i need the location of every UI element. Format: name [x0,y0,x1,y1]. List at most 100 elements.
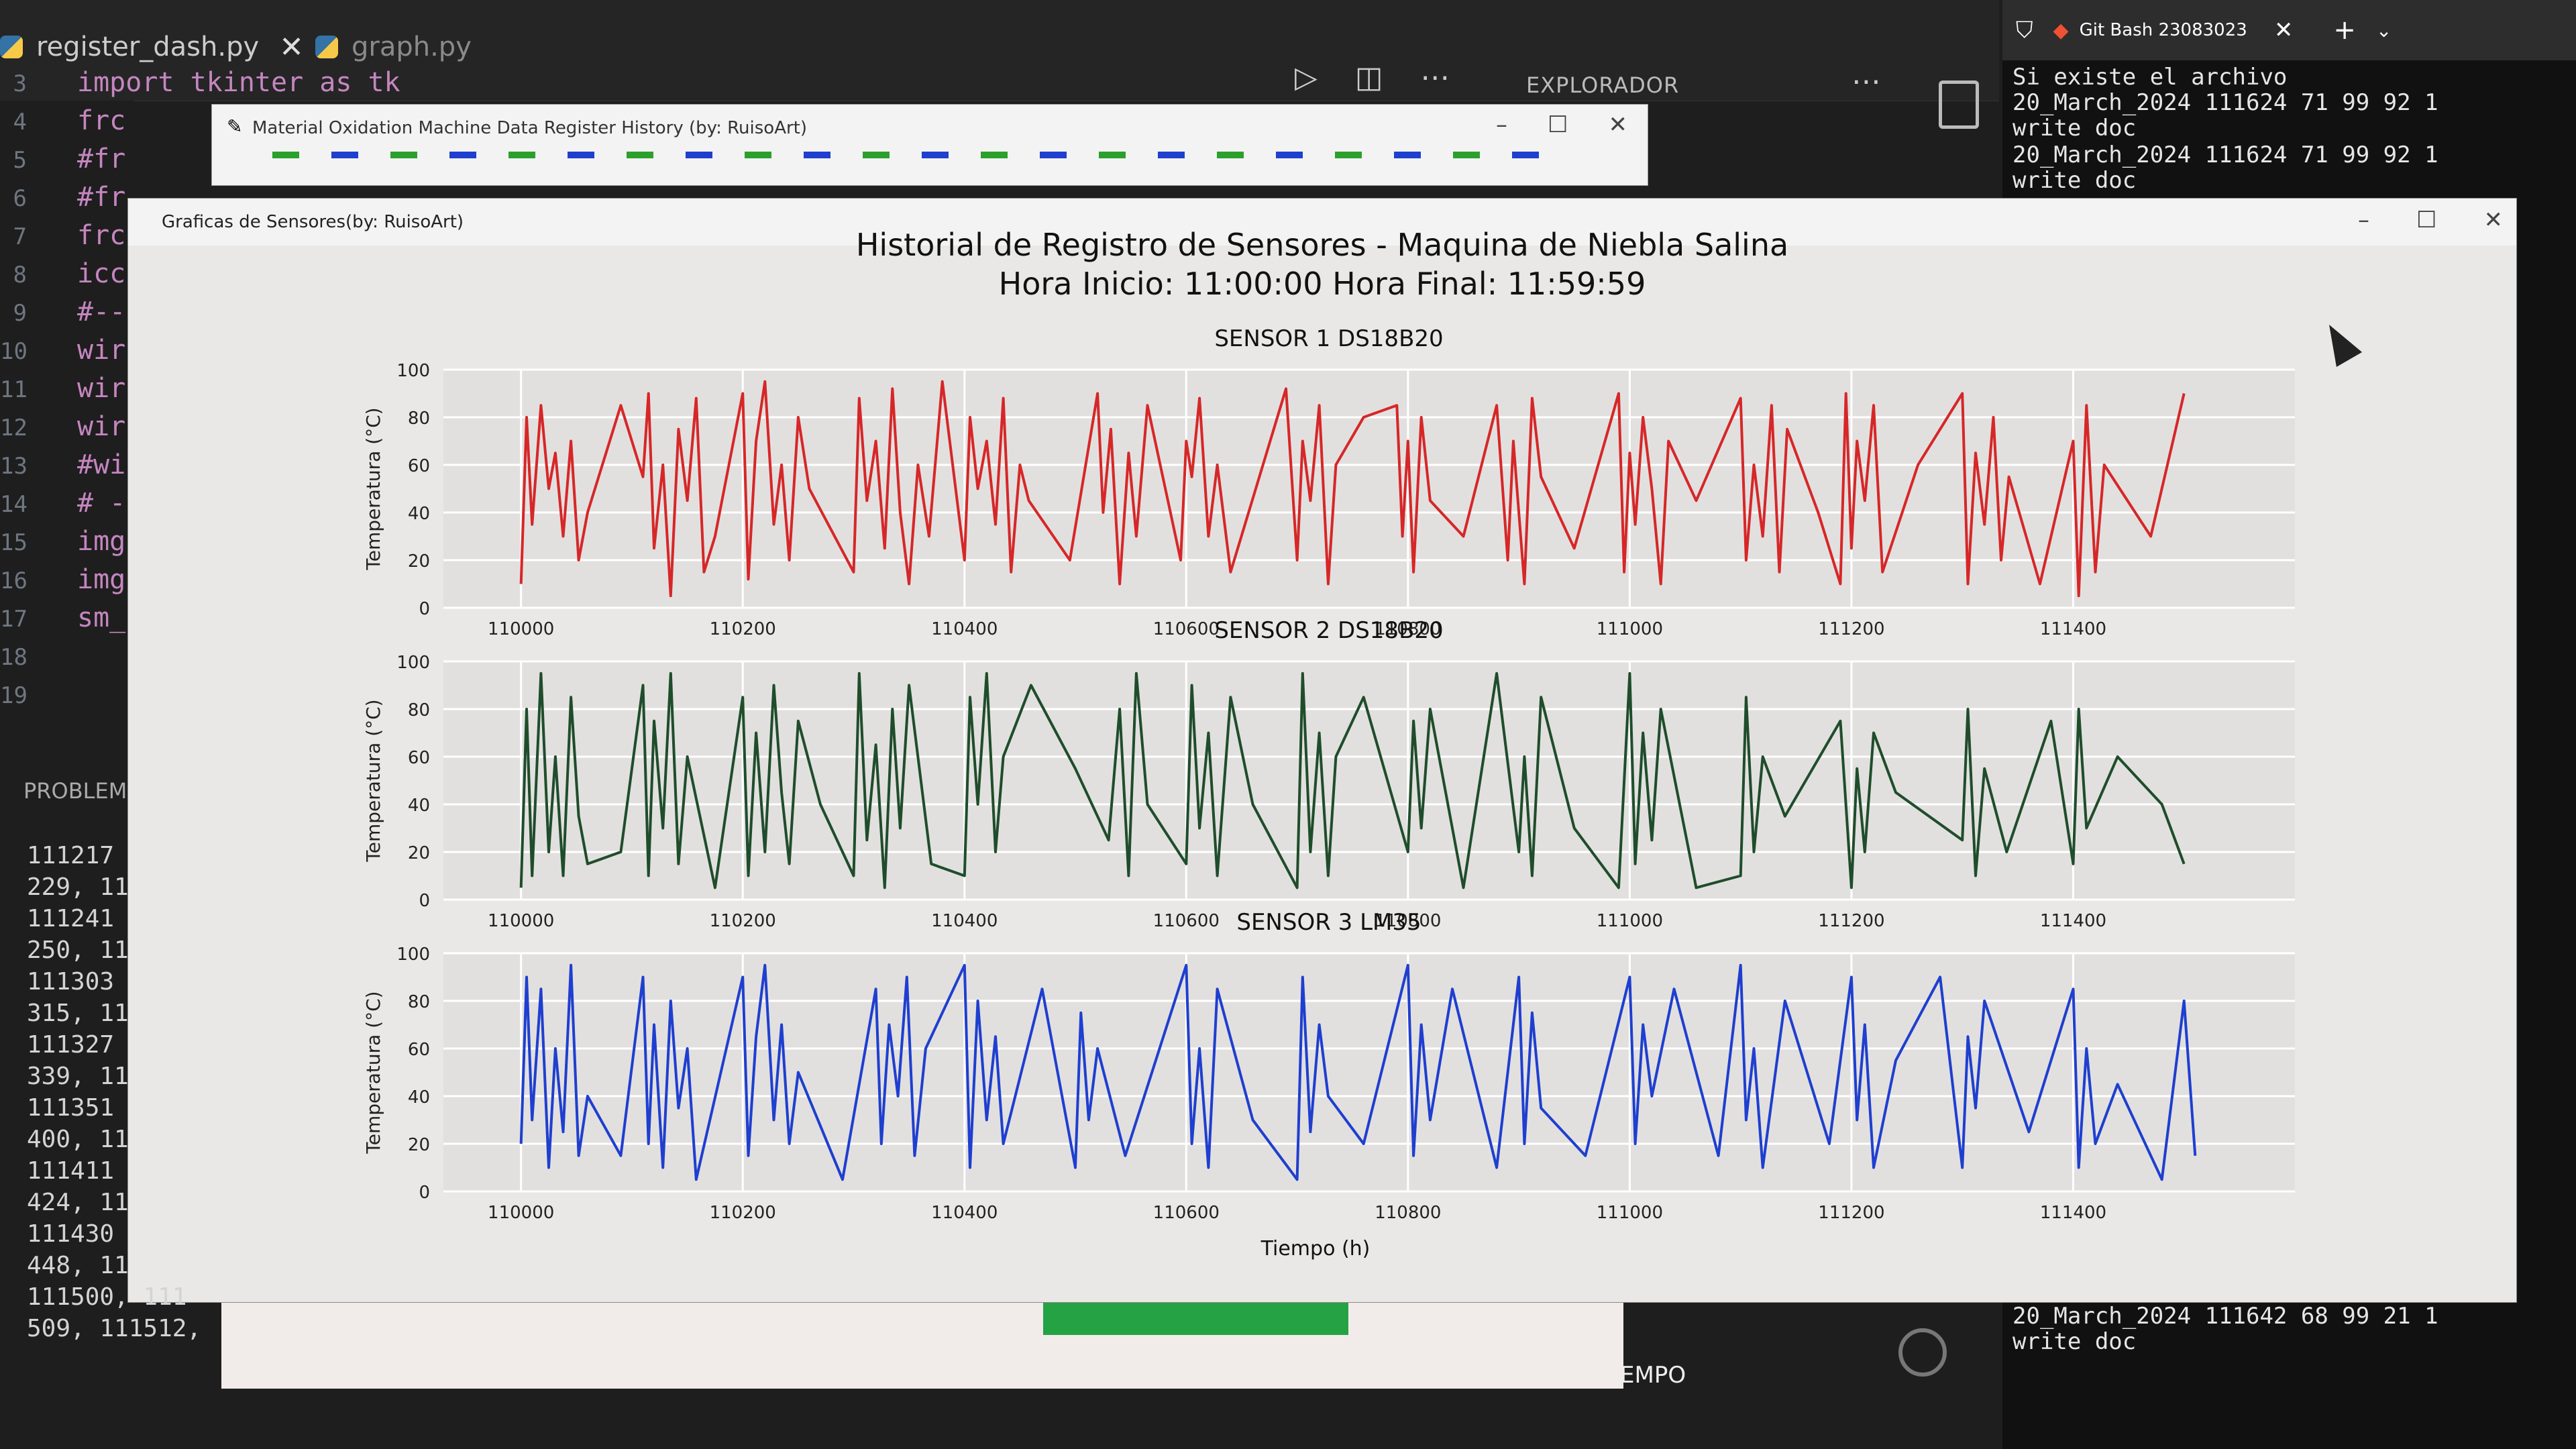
subplot-title: SENSOR 1 DS18B20 [1214,325,1443,352]
maximize-icon[interactable]: ☐ [1548,111,1568,138]
line-number: 18 [0,644,28,671]
dash-segment [331,152,358,158]
sensor-chart-window: Graficas de Sensores(by: RuisoArt) – ☐ ✕… [127,198,2517,1303]
gitbash-icon: ◆ [2053,18,2069,42]
y-tick-label: 60 [408,456,430,476]
terminal-line: write doc [2012,115,2137,142]
minimize-icon[interactable]: – [1496,111,1507,138]
register-window-bottom [221,1301,1623,1389]
x-tick-label: 111200 [1818,911,1884,931]
terminal-line: 111241 [27,905,115,932]
y-tick-label: 100 [396,653,430,673]
terminal-line: 111500, 111 [27,1283,187,1311]
terminal-line: 111327 [27,1031,115,1059]
y-axis-label: Temperatura (°C) [362,407,384,570]
x-tick-label: 110400 [931,1203,998,1223]
new-tab-icon[interactable]: + [2333,15,2356,46]
y-tick-label: 20 [408,843,430,863]
copy-icon[interactable] [1939,80,1979,129]
terminal-line: 111430 [27,1220,115,1248]
terminal-line: 400, 11 [27,1126,129,1153]
dash-segment [1335,152,1362,158]
x-tick-label: 111200 [1818,619,1884,639]
y-tick-label: 100 [396,945,430,965]
dash-segment [1040,152,1067,158]
code-line: frc [77,220,126,251]
x-tick-label: 111000 [1597,619,1663,639]
x-tick-label: 110000 [488,1203,554,1223]
x-tick-label: 111000 [1597,1203,1663,1223]
line-number: 14 [0,491,28,518]
x-tick-label: 110200 [710,911,776,931]
terminal-line: 250, 11 [27,936,129,964]
run-icon[interactable]: ▷ [1295,60,1318,95]
dash-segment [1158,152,1185,158]
plot-area [443,661,2295,900]
dash-segment [1394,152,1421,158]
x-tick-label: 110600 [1153,1203,1220,1223]
terminal-line: 111411 [27,1157,115,1185]
terminal-line: 111217 [27,842,115,869]
dash-segment [686,152,712,158]
x-tick-label: 110000 [488,911,554,931]
y-axis-label: Temperatura (°C) [362,991,384,1154]
tab-graph[interactable]: graph.py [315,20,472,74]
action-button[interactable] [1043,1301,1348,1335]
close-icon[interactable]: ✕ [1609,111,1628,138]
python-file-icon [0,36,23,58]
subplot-title: SENSOR 3 LM35 [1236,909,1421,936]
line-number: 9 [13,300,27,327]
more-actions-icon[interactable]: ⋯ [1420,60,1450,95]
y-tick-label: 0 [419,1183,430,1203]
y-tick-label: 0 [419,599,430,619]
terminal-line: Si existe el archivo [2012,64,2288,91]
dash-segment [568,152,594,158]
gear-icon[interactable] [1898,1328,1947,1377]
line-number: 15 [0,529,28,556]
tab-register-dash[interactable]: register_dash.py ✕ [0,20,304,74]
terminal-line: 20_March_2024 111624 71 99 92 1 [2012,142,2438,168]
chevron-down-icon[interactable]: ⌄ [2376,19,2392,42]
line-number: 8 [13,262,27,288]
explorer-title: EXPLORADOR [1526,72,1680,98]
gitbash-tab-title[interactable]: Git Bash 23083023 [2080,20,2247,40]
code-line: #-- [77,297,126,327]
x-tick-label: 111400 [2040,619,2106,639]
line-number: 16 [0,568,28,594]
line-number: 17 [0,606,28,633]
dash-segment [1276,152,1303,158]
explorer-more-icon[interactable]: ⋯ [1851,64,1881,99]
line-number: 10 [0,338,28,365]
line-number: 13 [0,453,28,480]
window-title: Material Oxidation Machine Data Register… [252,118,808,138]
dash-segment [390,152,417,158]
dash-segment [272,152,299,158]
dash-segment [627,152,653,158]
terminal-line: write doc [2012,1328,2137,1355]
close-icon[interactable]: ✕ [2274,17,2294,44]
close-icon[interactable]: ✕ [279,30,304,64]
code-line: sm_ [77,602,126,633]
x-axis-label: Tiempo (h) [1260,1237,1371,1260]
x-tick-label: 110000 [488,619,554,639]
dash-segment [863,152,890,158]
line-number: 19 [0,682,28,709]
line-number: 5 [13,147,27,174]
tab-label: register_dash.py [36,32,260,62]
code-line: frc [77,105,126,136]
code-line: wir [77,335,126,366]
code-line: wir [77,411,126,442]
terminal-line: 339, 11 [27,1063,129,1090]
code-line: icc [77,258,126,289]
terminal-line: 229, 11 [27,873,129,901]
x-tick-label: 110400 [931,619,998,639]
line-number: 6 [13,185,27,212]
terminal-line: write doc [2012,167,2137,194]
subplot-title: SENSOR 2 DS18B20 [1214,617,1443,644]
terminal-line: 448, 11 [27,1252,129,1279]
register-history-window: ✎ Material Oxidation Machine Data Regist… [211,104,1648,186]
split-editor-icon[interactable]: ◫ [1355,60,1383,95]
terminal-line: 509, 111512, [27,1315,202,1342]
x-tick-label: 110600 [1153,911,1220,931]
problems-panel-label[interactable]: PROBLEM [23,778,127,804]
